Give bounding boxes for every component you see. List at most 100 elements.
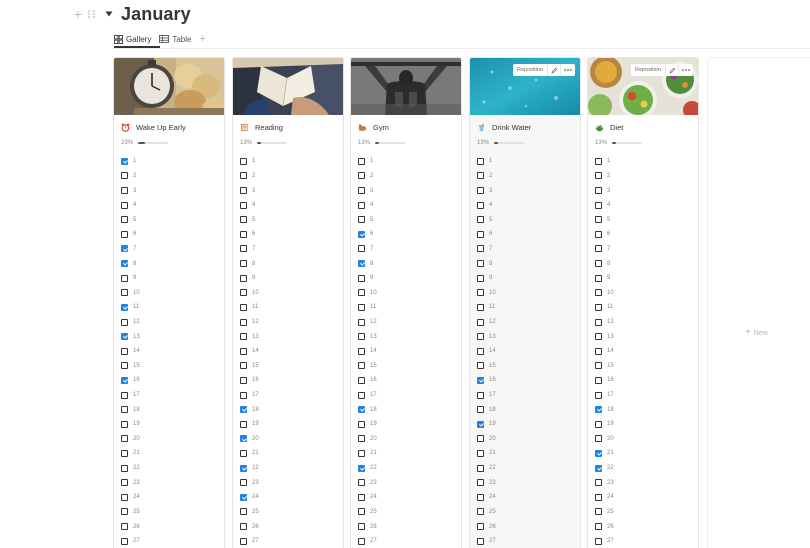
checklist-item[interactable]: 12	[121, 315, 140, 330]
checkbox[interactable]	[595, 230, 602, 238]
checkbox[interactable]	[595, 187, 602, 195]
checklist-item[interactable]: 12	[595, 315, 614, 330]
checklist-item[interactable]: 17	[240, 388, 259, 403]
checklist-item[interactable]: 27	[240, 534, 259, 548]
checklist-item[interactable]: 23	[240, 475, 259, 490]
checklist-item[interactable]: 27	[595, 534, 614, 548]
checkbox-checked[interactable]	[358, 260, 365, 268]
checklist-item[interactable]: 3	[240, 183, 259, 198]
checklist-item[interactable]: 20	[358, 432, 377, 447]
checkbox[interactable]	[121, 537, 128, 545]
checklist-item[interactable]: 9	[121, 271, 140, 286]
checkbox[interactable]	[358, 333, 365, 341]
checkbox[interactable]	[477, 303, 484, 311]
checklist-item[interactable]: 7	[240, 242, 259, 257]
checklist-item[interactable]: 4	[121, 198, 140, 213]
checklist-item[interactable]: 27	[477, 534, 496, 548]
checklist-item[interactable]: 2	[240, 169, 259, 184]
checklist-item[interactable]: 19	[595, 417, 614, 432]
checkbox[interactable]	[240, 187, 247, 195]
checklist-item[interactable]: 1	[595, 154, 614, 169]
checkbox-checked[interactable]	[121, 260, 128, 268]
checklist-item[interactable]: 7	[121, 242, 140, 257]
checklist-item[interactable]: 2	[121, 169, 140, 184]
checkbox[interactable]	[595, 289, 602, 297]
checkbox[interactable]	[240, 362, 247, 370]
checklist-item[interactable]: 4	[240, 198, 259, 213]
checklist-item[interactable]: 24	[121, 490, 140, 505]
checklist-item[interactable]: 10	[121, 285, 140, 300]
checklist-item[interactable]: 23	[121, 475, 140, 490]
checkbox[interactable]	[358, 172, 365, 180]
checkbox[interactable]	[240, 508, 247, 516]
checkbox[interactable]	[240, 391, 247, 399]
checkbox[interactable]	[121, 508, 128, 516]
checkbox-checked[interactable]	[595, 464, 602, 472]
checklist-item[interactable]: 10	[240, 285, 259, 300]
checklist-item[interactable]: 23	[358, 475, 377, 490]
checklist-item[interactable]: 16	[121, 373, 140, 388]
checkbox[interactable]	[595, 333, 602, 341]
checklist-item[interactable]: 22	[477, 461, 496, 476]
checkbox[interactable]	[240, 376, 247, 384]
checkbox[interactable]	[358, 318, 365, 326]
checkbox[interactable]	[121, 391, 128, 399]
checkbox[interactable]	[358, 157, 365, 165]
checkbox-checked[interactable]	[240, 406, 247, 414]
checkbox-checked[interactable]	[358, 464, 365, 472]
checkbox-checked[interactable]	[477, 376, 484, 384]
checkbox[interactable]	[121, 347, 128, 355]
card-wake-up-early[interactable]: Wake Up Early 23% 1 2 3 4 5 6 7 8 9 10 11 12 13 14 15 1…	[113, 57, 225, 548]
checklist-item[interactable]: 18	[477, 402, 496, 417]
checklist-item[interactable]: 15	[121, 359, 140, 374]
checkbox[interactable]	[358, 245, 365, 253]
checkbox[interactable]	[358, 362, 365, 370]
checklist-item[interactable]: 26	[121, 519, 140, 534]
checkbox-checked[interactable]	[240, 435, 247, 443]
checklist-item[interactable]: 22	[358, 461, 377, 476]
checkbox[interactable]	[595, 376, 602, 384]
checklist-item[interactable]: 6	[595, 227, 614, 242]
checkbox[interactable]	[595, 508, 602, 516]
checklist-item[interactable]: 1	[121, 154, 140, 169]
checklist-item[interactable]: 8	[595, 256, 614, 271]
checklist-item[interactable]: 14	[240, 344, 259, 359]
checkbox[interactable]	[477, 201, 484, 209]
checklist-item[interactable]: 3	[477, 183, 496, 198]
checklist-item[interactable]: 26	[240, 519, 259, 534]
checkbox[interactable]	[595, 260, 602, 268]
checkbox[interactable]	[477, 318, 484, 326]
checkbox[interactable]	[477, 172, 484, 180]
checkbox[interactable]	[240, 157, 247, 165]
checklist-item[interactable]: 1	[477, 154, 496, 169]
checkbox[interactable]	[240, 245, 247, 253]
checkbox[interactable]	[240, 420, 247, 428]
checklist-item[interactable]: 18	[121, 402, 140, 417]
checklist-item[interactable]: 21	[595, 446, 614, 461]
checkbox[interactable]	[121, 201, 128, 209]
checkbox[interactable]	[477, 289, 484, 297]
checklist-item[interactable]: 5	[240, 212, 259, 227]
checkbox[interactable]	[595, 537, 602, 545]
checkbox[interactable]	[121, 493, 128, 501]
checklist-item[interactable]: 13	[595, 329, 614, 344]
checklist-item[interactable]: 6	[358, 227, 377, 242]
checkbox[interactable]	[477, 187, 484, 195]
checkbox[interactable]	[358, 187, 365, 195]
checklist-item[interactable]: 3	[121, 183, 140, 198]
checkbox[interactable]	[240, 201, 247, 209]
checklist-item[interactable]: 8	[121, 256, 140, 271]
checkbox[interactable]	[595, 274, 602, 282]
checklist-item[interactable]: 8	[477, 256, 496, 271]
checkbox[interactable]	[358, 303, 365, 311]
checklist-item[interactable]: 11	[477, 300, 496, 315]
checkbox[interactable]	[121, 523, 128, 531]
checklist-item[interactable]: 5	[121, 212, 140, 227]
checklist-item[interactable]: 12	[240, 315, 259, 330]
checkbox[interactable]	[595, 493, 602, 501]
checkbox[interactable]	[240, 333, 247, 341]
checkbox[interactable]	[477, 449, 484, 457]
checkbox[interactable]	[121, 362, 128, 370]
checklist-item[interactable]: 20	[477, 432, 496, 447]
checklist-item[interactable]: 11	[240, 300, 259, 315]
